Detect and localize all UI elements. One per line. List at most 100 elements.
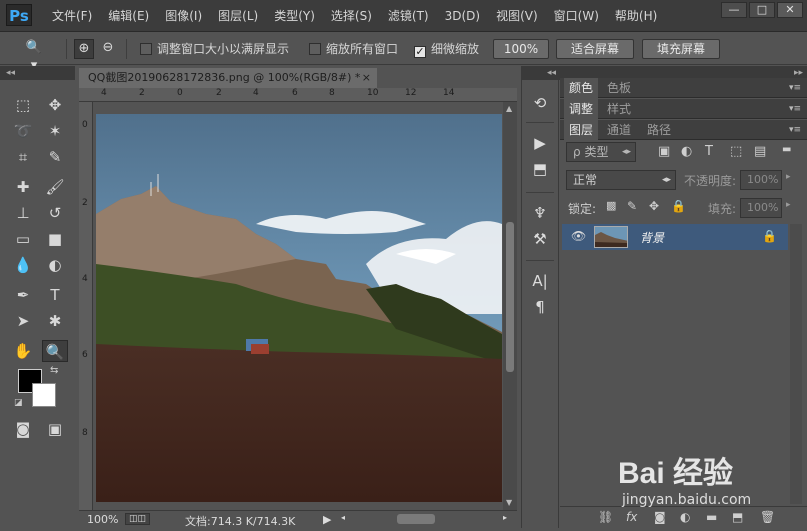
healing-brush-tool-icon[interactable]: ✚ xyxy=(10,176,36,198)
filter-adjustment-icon[interactable]: ◐ xyxy=(681,144,692,159)
scroll-right-arrow-icon[interactable]: ▸ xyxy=(503,513,507,522)
filter-type-icon[interactable]: T xyxy=(705,144,713,159)
minimize-button[interactable]: — xyxy=(721,2,747,18)
eraser-tool-icon[interactable]: ▭ xyxy=(10,228,36,250)
vertical-scroll-thumb[interactable] xyxy=(506,222,514,372)
hand-tool-icon[interactable]: ✋ xyxy=(10,340,36,362)
close-tab-icon[interactable]: × xyxy=(362,68,371,88)
document-tab[interactable]: QQ截图20190628172836.png @ 100%(RGB/8#) * … xyxy=(79,68,377,88)
tab-channels[interactable]: 通道 xyxy=(602,120,636,140)
crop-tool-icon[interactable]: ⌗ xyxy=(10,146,36,168)
tab-paths[interactable]: 路径 xyxy=(642,120,676,140)
filter-toggle-icon[interactable]: ▬ xyxy=(782,144,791,155)
history-panel-icon[interactable]: ⟲ xyxy=(529,92,551,114)
lasso-tool-icon[interactable]: ➰ xyxy=(10,120,36,142)
opacity-arrow-icon[interactable]: ▸ xyxy=(786,172,791,182)
zoom-out-icon[interactable]: ⊖ xyxy=(98,39,118,59)
tab-adjustments[interactable]: 调整 xyxy=(564,99,599,119)
status-preview-icon[interactable]: ◫◫ xyxy=(125,513,151,525)
panel-menu-icon[interactable]: ▾≡ xyxy=(789,120,801,140)
scroll-up-arrow-icon[interactable]: ▲ xyxy=(506,104,512,113)
tab-layers[interactable]: 图层 xyxy=(564,120,599,140)
zoom-tool-icon[interactable]: 🔍 xyxy=(42,340,68,362)
history-brush-tool-icon[interactable]: ↺ xyxy=(42,202,68,224)
horizontal-scroll-thumb[interactable] xyxy=(397,514,435,524)
menu-filter[interactable]: 滤镜(T) xyxy=(380,0,437,32)
toolbox-header[interactable]: ◂◂ xyxy=(0,66,75,80)
default-colors-icon[interactable]: ◪ xyxy=(14,398,23,408)
menu-edit[interactable]: 编辑(E) xyxy=(100,0,157,32)
actions-panel-icon[interactable]: ▶ xyxy=(529,132,551,154)
close-button[interactable]: ✕ xyxy=(777,2,803,18)
paragraph-panel-icon[interactable]: ¶ xyxy=(529,296,551,318)
swap-colors-icon[interactable]: ⇆ xyxy=(50,365,58,376)
menu-3d[interactable]: 3D(D) xyxy=(437,0,488,32)
menu-window[interactable]: 窗口(W) xyxy=(546,0,607,32)
path-selection-tool-icon[interactable]: ➤ xyxy=(10,310,36,332)
filter-shape-icon[interactable]: ⬚ xyxy=(730,144,742,159)
menu-help[interactable]: 帮助(H) xyxy=(607,0,665,32)
tab-styles[interactable]: 样式 xyxy=(602,99,636,119)
scrubby-zoom-option[interactable]: ✓ 细微缩放 xyxy=(414,40,479,58)
dodge-tool-icon[interactable]: ◐ xyxy=(42,254,68,276)
menu-type[interactable]: 类型(Y) xyxy=(266,0,323,32)
canvas-area[interactable] xyxy=(93,102,503,510)
quick-mask-icon[interactable]: ◙ xyxy=(10,418,36,440)
menu-view[interactable]: 视图(V) xyxy=(488,0,546,32)
magic-wand-tool-icon[interactable]: ✶ xyxy=(42,120,68,142)
panel-menu-icon[interactable]: ▾≡ xyxy=(789,99,801,119)
shape-tool-icon[interactable]: ✱ xyxy=(42,310,68,332)
lock-pixels-icon[interactable]: ✎ xyxy=(627,199,637,213)
brush-presets-icon[interactable]: ♆ xyxy=(529,202,551,224)
zoom-level[interactable]: 100% xyxy=(87,513,118,526)
lock-position-icon[interactable]: ✥ xyxy=(649,199,659,213)
tab-swatches[interactable]: 色板 xyxy=(602,78,636,98)
panel-menu-icon[interactable]: ▾≡ xyxy=(789,78,801,98)
tool-presets-icon[interactable]: ⚒ xyxy=(529,228,551,250)
eye-visibility-icon[interactable]: 👁 xyxy=(571,229,586,243)
collapse-panels-icon[interactable]: ◂◂ xyxy=(522,66,560,80)
move-tool-icon[interactable]: ✥ xyxy=(42,94,68,116)
blur-tool-icon[interactable]: 💧 xyxy=(10,254,36,276)
resize-windows-checkbox[interactable] xyxy=(140,43,152,55)
brush-tool-icon[interactable]: 🖌 xyxy=(42,176,68,198)
character-panel-icon[interactable]: A| xyxy=(529,270,551,292)
menu-layer[interactable]: 图层(L) xyxy=(210,0,266,32)
marquee-tool-icon[interactable]: ⬚ xyxy=(10,94,36,116)
fill-arrow-icon[interactable]: ▸ xyxy=(786,200,791,210)
scroll-down-arrow-icon[interactable]: ▼ xyxy=(506,498,512,507)
zoom-in-icon[interactable]: ⊕ xyxy=(74,39,94,59)
screen-mode-icon[interactable]: ▣ xyxy=(42,418,68,440)
fill-screen-button[interactable]: 填充屏幕 xyxy=(642,39,720,59)
scrubby-zoom-checkbox[interactable]: ✓ xyxy=(414,46,426,58)
layer-filter-select[interactable]: ρ 类型 ◂▸ xyxy=(566,142,636,162)
clone-stamp-tool-icon[interactable]: ⊥ xyxy=(10,202,36,224)
vertical-scrollbar[interactable]: ▲ ▼ xyxy=(503,102,517,510)
fit-screen-button[interactable]: 适合屏幕 xyxy=(556,39,634,59)
opacity-input[interactable]: 100% xyxy=(740,170,782,190)
blend-mode-select[interactable]: 正常 ◂▸ xyxy=(566,170,676,190)
menu-file[interactable]: 文件(F) xyxy=(44,0,100,32)
layer-row-background[interactable]: 👁 背景 🔒 xyxy=(562,224,788,250)
lock-all-icon[interactable]: 🔒 xyxy=(671,199,686,213)
type-tool-icon[interactable]: T xyxy=(42,284,68,306)
filter-smart-object-icon[interactable]: ▤ xyxy=(754,144,766,159)
resize-windows-option[interactable]: 调整窗口大小以满屏显示 xyxy=(140,40,289,58)
gradient-tool-icon[interactable]: ■ xyxy=(42,228,68,250)
scroll-left-arrow-icon[interactable]: ◂ xyxy=(341,513,345,522)
zoom-100-button[interactable]: 100% xyxy=(493,39,549,59)
eyedropper-tool-icon[interactable]: ✎ xyxy=(42,146,68,168)
zoom-all-windows-checkbox[interactable] xyxy=(309,43,321,55)
maximize-button[interactable]: □ xyxy=(749,2,775,18)
zoom-tool-preset-icon[interactable]: 🔍▾ xyxy=(24,39,44,73)
zoom-all-windows-option[interactable]: 缩放所有窗口 xyxy=(309,40,398,58)
status-menu-arrow-icon[interactable]: ▶ xyxy=(323,513,331,526)
background-color-swatch[interactable] xyxy=(32,383,56,407)
menu-image[interactable]: 图像(I) xyxy=(157,0,210,32)
tab-color[interactable]: 颜色 xyxy=(564,78,599,98)
lock-transparent-icon[interactable]: ▩ xyxy=(606,199,616,212)
3d-panel-icon[interactable]: ⬒ xyxy=(529,158,551,180)
fill-input[interactable]: 100% xyxy=(740,198,782,218)
pen-tool-icon[interactable]: ✒ xyxy=(10,284,36,306)
filter-pixel-icon[interactable]: ▣ xyxy=(658,144,670,159)
